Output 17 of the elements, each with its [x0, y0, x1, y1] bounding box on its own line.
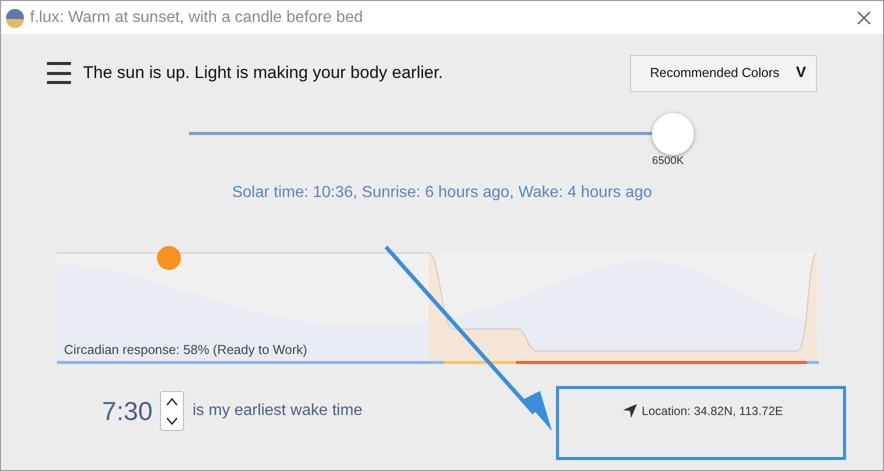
color-temperature-slider[interactable] — [189, 113, 695, 155]
recommended-colors-dropdown[interactable]: Recommended Colors V — [630, 54, 817, 92]
circadian-response-text: Circadian response: 58% (Ready to Work) — [64, 341, 308, 359]
caret-icon: V — [796, 62, 806, 84]
slider-thumb[interactable] — [652, 113, 694, 155]
wake-time-label: is my earliest wake time — [192, 401, 362, 421]
menu-icon[interactable] — [47, 62, 71, 84]
window-title: f.lux: Warm at sunset, with a candle before bed — [30, 8, 363, 28]
solar-info-text: Solar time: 10:36, Sunrise: 6 hours ago, Wake: 4 hours ago — [232, 183, 652, 203]
wake-time-value: 7:30 — [102, 394, 153, 428]
close-icon — [856, 10, 872, 26]
wake-time-stepper[interactable] — [160, 391, 184, 431]
location-text: Location: 34.82N, 113.72E — [642, 403, 783, 420]
location-arrow-icon — [622, 403, 638, 419]
app-logo-icon — [5, 8, 25, 28]
slider-reading: 6500K — [652, 154, 684, 169]
status-text: The sun is up. Light is making your body earlier. — [83, 62, 444, 84]
